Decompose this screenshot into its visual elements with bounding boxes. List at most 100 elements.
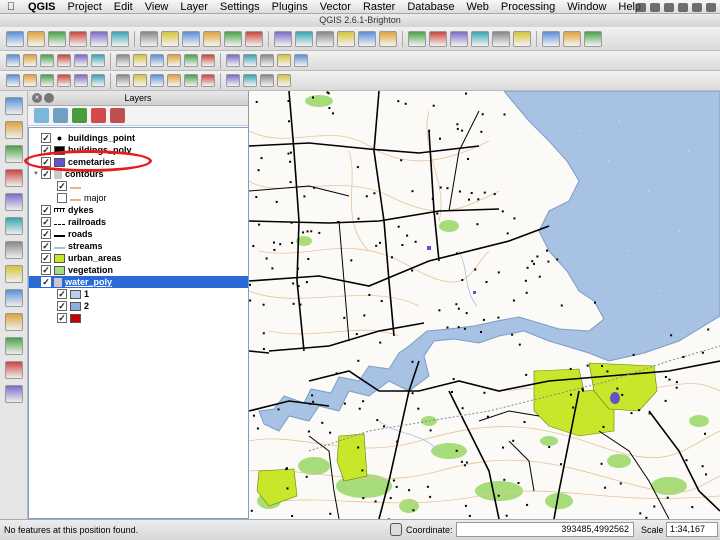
menu-window[interactable]: Window (561, 1, 612, 13)
menu-settings[interactable]: Settings (214, 1, 266, 13)
menu-view[interactable]: View (139, 1, 175, 13)
split-parts-icon[interactable] (201, 74, 215, 87)
identify-icon[interactable] (379, 30, 397, 47)
select-icon[interactable] (408, 30, 426, 47)
add-virtual-layer-icon[interactable] (4, 385, 23, 403)
layer-item[interactable]: ✓ vegetation (29, 264, 248, 276)
scale-field[interactable]: 1:34,167 (666, 522, 718, 537)
simplify-icon[interactable] (40, 74, 54, 87)
collapse-all-icon[interactable] (110, 108, 125, 123)
add-wcs-layer-icon[interactable] (4, 265, 23, 283)
move-label-icon[interactable] (243, 54, 257, 67)
map-tips-icon[interactable] (513, 30, 531, 47)
layer-visibility-checkbox[interactable]: ✓ (41, 277, 51, 287)
current-edits-icon[interactable] (6, 54, 20, 67)
close-icon[interactable]: × (32, 93, 42, 103)
menu-raster[interactable]: Raster (357, 1, 401, 13)
layer-visibility-checkbox[interactable] (57, 193, 67, 203)
menu-plugins[interactable]: Plugins (266, 1, 314, 13)
tray-icon[interactable] (636, 2, 646, 12)
add-delimited-text-layer-icon[interactable] (4, 313, 23, 331)
layer-visibility-checkbox[interactable]: ✓ (57, 313, 67, 323)
rotate-symbols-icon[interactable] (260, 74, 274, 87)
add-wms-layer-icon[interactable] (4, 241, 23, 259)
zoom-in-icon[interactable] (182, 30, 200, 47)
tray-icon[interactable] (678, 2, 688, 12)
layer-item[interactable]: major (29, 192, 248, 204)
merge-attributes-icon[interactable] (243, 74, 257, 87)
new-bookmark-icon[interactable] (542, 30, 560, 47)
add-wfs-layer-icon[interactable] (4, 289, 23, 307)
add-ring-icon[interactable] (57, 74, 71, 87)
tray-icon[interactable] (664, 2, 674, 12)
open-project-icon[interactable] (27, 30, 45, 47)
layer-item[interactable]: ✓ 2 (29, 300, 248, 312)
pan-icon[interactable] (140, 30, 158, 47)
layer-item[interactable]: ✓ (29, 312, 248, 324)
filter-legend-icon[interactable] (72, 108, 87, 123)
refresh-icon[interactable] (358, 30, 376, 47)
layer-visibility-checkbox[interactable]: ✓ (41, 133, 51, 143)
float-icon[interactable] (44, 93, 54, 103)
menu-app[interactable]: QGIS (22, 1, 62, 13)
deselect-icon[interactable] (429, 30, 447, 47)
add-vector-layer-icon[interactable] (4, 97, 23, 115)
layer-item[interactable]: ✓ urban_areas (29, 252, 248, 264)
tray-icon[interactable] (706, 2, 716, 12)
measure-icon[interactable] (492, 30, 510, 47)
add-oracle-layer-icon[interactable] (4, 217, 23, 235)
add-group-icon[interactable] (34, 108, 49, 123)
layer-item[interactable]: ✓ roads (29, 228, 248, 240)
apple-icon[interactable]:  (0, 1, 22, 13)
layer-visibility-checkbox[interactable]: ✓ (57, 301, 67, 311)
cut-features-icon[interactable] (133, 54, 147, 67)
zoom-to-layer-icon[interactable] (274, 30, 292, 47)
expand-all-icon[interactable] (91, 108, 106, 123)
layer-item[interactable]: ✓ railroads (29, 216, 248, 228)
new-spatialite-icon[interactable] (4, 361, 23, 379)
save-as-icon[interactable] (69, 30, 87, 47)
tray-icon[interactable] (650, 2, 660, 12)
zoom-next-icon[interactable] (337, 30, 355, 47)
add-postgis-layer-icon[interactable] (4, 145, 23, 163)
merge-selected-icon[interactable] (226, 74, 240, 87)
field-calculator-icon[interactable] (450, 30, 468, 47)
add-mssql-layer-icon[interactable] (4, 193, 23, 211)
composer-manager-icon[interactable] (111, 30, 129, 47)
layer-visibility-checkbox[interactable]: ✓ (57, 289, 67, 299)
expand-icon[interactable]: ▼ (31, 279, 41, 285)
delete-selected-icon[interactable] (116, 54, 130, 67)
menu-vector[interactable]: Vector (314, 1, 357, 13)
manage-visibility-icon[interactable] (53, 108, 68, 123)
layer-visibility-checkbox[interactable]: ✓ (41, 169, 51, 179)
menu-project[interactable]: Project (62, 1, 108, 13)
save-edits-icon[interactable] (40, 54, 54, 67)
layer-visibility-checkbox[interactable]: ✓ (41, 229, 51, 239)
new-project-icon[interactable] (6, 30, 24, 47)
zoom-last-icon[interactable] (316, 30, 334, 47)
delete-ring-icon[interactable] (116, 74, 130, 87)
label-tool-icon[interactable] (184, 54, 198, 67)
menu-database[interactable]: Database (401, 1, 460, 13)
toggle-editing-icon[interactable] (23, 54, 37, 67)
coordinate-field[interactable]: 393485,4992562 (456, 522, 634, 537)
layer-visibility-checkbox[interactable]: ✓ (41, 205, 51, 215)
reshape-icon[interactable] (150, 74, 164, 87)
offset-curve-icon[interactable] (167, 74, 181, 87)
zoom-to-selection-icon[interactable] (245, 30, 263, 47)
csw-icon[interactable] (294, 54, 308, 67)
pin-labels-icon[interactable] (201, 54, 215, 67)
layer-visibility-checkbox[interactable]: ✓ (41, 241, 51, 251)
layer-visibility-checkbox[interactable]: ✓ (41, 253, 51, 263)
copy-features-icon[interactable] (150, 54, 164, 67)
gps-icon[interactable] (277, 74, 291, 87)
add-feature-icon[interactable] (57, 54, 71, 67)
add-part-icon[interactable] (74, 74, 88, 87)
redo-icon[interactable] (23, 74, 37, 87)
node-tool-icon[interactable] (91, 54, 105, 67)
zoom-full-icon[interactable] (224, 30, 242, 47)
rotate-label-icon[interactable] (260, 54, 274, 67)
layer-visibility-checkbox[interactable]: ✓ (41, 217, 51, 227)
tray-icon[interactable] (692, 2, 702, 12)
layer-item[interactable]: ▼ ✓ water_poly (29, 276, 248, 288)
